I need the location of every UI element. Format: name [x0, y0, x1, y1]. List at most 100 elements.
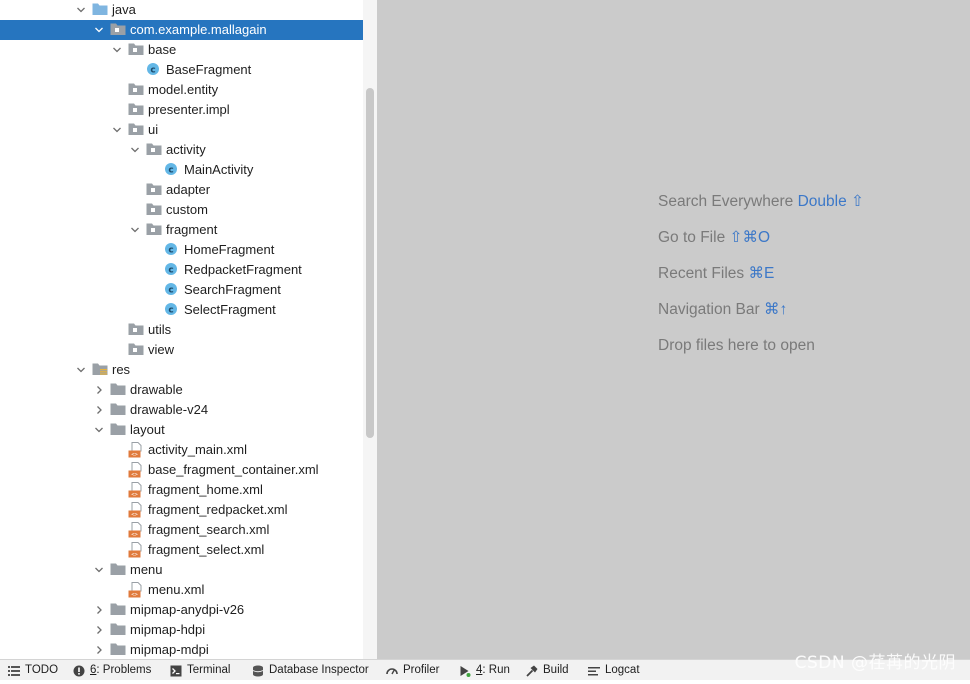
java-class-icon: c — [164, 260, 180, 280]
chevron-down-icon[interactable] — [92, 420, 106, 440]
tree-node-mipmap-anydpi-v26[interactable]: mipmap-anydpi-v26 — [0, 600, 363, 620]
folder-icon — [110, 380, 126, 400]
chevron-down-icon[interactable] — [92, 20, 106, 40]
svg-text:c: c — [150, 65, 155, 75]
database-icon — [252, 664, 264, 677]
tree-node-res[interactable]: res — [0, 360, 363, 380]
svg-text:<>: <> — [131, 492, 138, 498]
chevron-down-icon[interactable] — [128, 220, 142, 240]
tree-node-redpacketfragment[interactable]: c RedpacketFragment — [0, 260, 363, 280]
svg-text:<>: <> — [131, 472, 138, 478]
tree-node-base-fragment-container-xml[interactable]: <> base_fragment_container.xml — [0, 460, 363, 480]
folder-icon — [110, 560, 126, 580]
tree-node-utils[interactable]: utils — [0, 320, 363, 340]
tree-node-label: model.entity — [148, 82, 219, 97]
tree-node-label: res — [112, 362, 131, 377]
tree-node-label: mipmap-hdpi — [130, 622, 206, 637]
tree-node-com-example-mallagain[interactable]: com.example.mallagain — [0, 20, 363, 40]
tree-node-label: SelectFragment — [184, 302, 276, 317]
tree-node-fragment-search-xml[interactable]: <> fragment_search.xml — [0, 520, 363, 540]
tree-node-view[interactable]: view — [0, 340, 363, 360]
tree-node-custom[interactable]: custom — [0, 200, 363, 220]
tree-node-label: fragment — [166, 222, 218, 237]
logcat-icon — [588, 664, 600, 676]
tree-node-fragment-home-xml[interactable]: <> fragment_home.xml — [0, 480, 363, 500]
chevron-down-icon[interactable] — [128, 140, 142, 160]
project-tree-panel: java com.example.mallagain base c BaseFragme… — [0, 0, 377, 659]
hint-search-everywhere-shortcut: Double ⇧ — [797, 193, 864, 210]
svg-text:c: c — [168, 165, 173, 175]
tree-node-menu-xml[interactable]: <> menu.xml — [0, 580, 363, 600]
folder-icon — [110, 420, 126, 440]
tree-node-label: base_fragment_container.xml — [148, 462, 319, 477]
tree-node-fragment-redpacket-xml[interactable]: <> fragment_redpacket.xml — [0, 500, 363, 520]
hint-recent-files-text: Recent Files — [658, 265, 745, 282]
chevron-right-icon[interactable] — [92, 640, 106, 659]
hint-drop-files-text: Drop files here to open — [658, 337, 815, 354]
package-icon — [146, 220, 162, 240]
tree-node-base[interactable]: base — [0, 40, 363, 60]
tree-node-selectfragment[interactable]: c SelectFragment — [0, 300, 363, 320]
hint-go-to-file-shortcut: ⇧⌘O — [729, 229, 771, 246]
chevron-down-icon[interactable] — [110, 120, 124, 140]
svg-text:<>: <> — [131, 592, 138, 598]
tree-node-mipmap-hdpi[interactable]: mipmap-hdpi — [0, 620, 363, 640]
xml-file-icon: <> — [128, 500, 144, 520]
hint-navigation-bar-shortcut: ⌘↑ — [763, 301, 788, 318]
tree-node-mipmap-mdpi[interactable]: mipmap-mdpi — [0, 640, 363, 659]
chevron-right-icon[interactable] — [92, 400, 106, 420]
tree-node-adapter[interactable]: adapter — [0, 180, 363, 200]
tree-node-label: adapter — [166, 182, 211, 197]
run-icon — [459, 664, 471, 677]
tree-node-label: HomeFragment — [184, 242, 275, 257]
chevron-down-icon[interactable] — [110, 40, 124, 60]
warning-circle-icon — [73, 664, 85, 677]
svg-text:c: c — [168, 265, 173, 275]
tree-node-fragment-select-xml[interactable]: <> fragment_select.xml — [0, 540, 363, 560]
tree-node-drawable[interactable]: drawable — [0, 380, 363, 400]
package-icon — [146, 200, 162, 220]
profiler-gauge-icon — [386, 664, 398, 676]
package-icon — [128, 120, 144, 140]
chevron-down-icon[interactable] — [74, 360, 88, 380]
tree-node-label: RedpacketFragment — [184, 262, 302, 277]
tree-node-fragment[interactable]: fragment — [0, 220, 363, 240]
tool-window-run-label: : Run — [482, 664, 510, 676]
tree-node-label: activity_main.xml — [148, 442, 247, 457]
tool-window-logcat-label: Logcat — [605, 664, 640, 676]
tree-node-java[interactable]: java — [0, 0, 363, 20]
hint-navigation-bar: Navigation Bar ⌘↑ — [658, 300, 787, 320]
xml-file-icon: <> — [128, 580, 144, 600]
chevron-right-icon[interactable] — [92, 620, 106, 640]
tree-node-label: base — [148, 42, 177, 57]
tree-node-basefragment[interactable]: c BaseFragment — [0, 60, 363, 80]
chevron-down-icon[interactable] — [74, 0, 88, 20]
tree-node-drawable-v24[interactable]: drawable-v24 — [0, 400, 363, 420]
tree-node-activity[interactable]: activity — [0, 140, 363, 160]
package-icon — [128, 340, 144, 360]
tree-node-activity-main-xml[interactable]: <> activity_main.xml — [0, 440, 363, 460]
tree-node-homefragment[interactable]: c HomeFragment — [0, 240, 363, 260]
tree-node-label: mipmap-mdpi — [130, 642, 209, 657]
tree-node-mainactivity[interactable]: c MainActivity — [0, 160, 363, 180]
tree-scrollbar-thumb[interactable] — [366, 88, 374, 438]
tree-node-ui[interactable]: ui — [0, 120, 363, 140]
hint-recent-files: Recent Files ⌘E — [658, 264, 774, 284]
tree-node-presenter-impl[interactable]: presenter.impl — [0, 100, 363, 120]
source-folder-icon — [92, 0, 108, 20]
watermark: CSDN @荏苒的光阴 — [794, 653, 956, 673]
tree-node-label: mipmap-anydpi-v26 — [130, 602, 245, 617]
chevron-right-icon[interactable] — [92, 380, 106, 400]
svg-text:<>: <> — [131, 452, 138, 458]
tree-node-label: menu — [130, 562, 163, 577]
hammer-icon — [526, 664, 538, 677]
xml-file-icon: <> — [128, 480, 144, 500]
editor-empty-area[interactable]: Search Everywhere Double ⇧ Go to File ⇧⌘… — [377, 0, 970, 659]
chevron-down-icon[interactable] — [92, 560, 106, 580]
tree-node-model-entity[interactable]: model.entity — [0, 80, 363, 100]
chevron-right-icon[interactable] — [92, 600, 106, 620]
tree-node-menu[interactable]: menu — [0, 560, 363, 580]
tool-window-build-label: Build — [543, 664, 569, 676]
tree-node-layout[interactable]: layout — [0, 420, 363, 440]
tree-node-searchfragment[interactable]: c SearchFragment — [0, 280, 363, 300]
